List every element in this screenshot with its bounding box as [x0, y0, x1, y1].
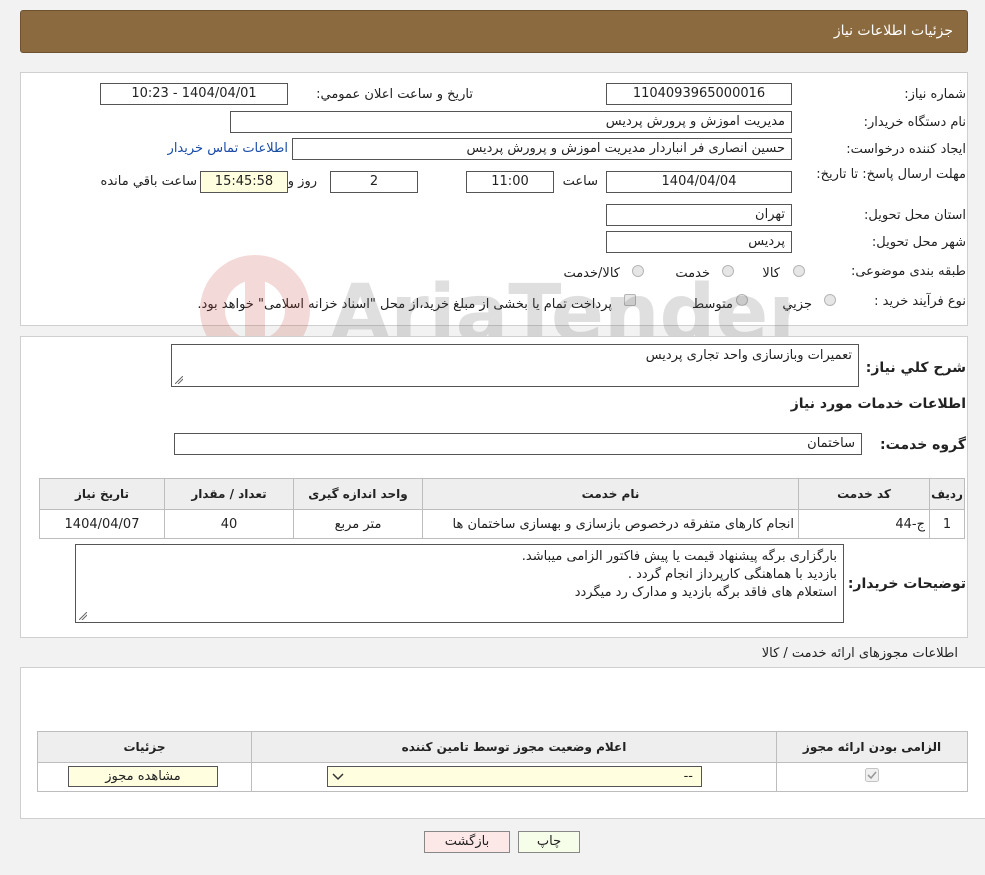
category-option-goods: کالا [762, 266, 780, 281]
process-option-medium: متوسط [692, 297, 733, 312]
col-qty: تعداد / مقدار [164, 478, 294, 510]
category-option-goods-service: کالا/خدمت [563, 266, 620, 281]
required-checkbox-icon[interactable] [865, 768, 879, 782]
need-number-label: شماره نیاز: [904, 87, 966, 102]
days-label: روز و [287, 174, 317, 189]
page-header: جزئیات اطلاعات نیاز [20, 10, 968, 53]
permit-status-value: -- [683, 769, 693, 784]
col-name: نام خدمت [422, 478, 799, 510]
process-label: نوع فرآیند خرید : [874, 294, 966, 309]
deadline-time-label: ساعت [562, 174, 598, 189]
cell-qty: 40 [164, 509, 294, 539]
city-field: پردیس [606, 231, 792, 253]
announce-field: 1404/04/01 - 10:23 [100, 83, 288, 105]
permits-title: اطلاعات مجوزهای ارائه خدمت / کالا [761, 646, 958, 661]
page-title: جزئیات اطلاعات نیاز [833, 23, 953, 39]
col-permit-details: جزئیات [37, 731, 252, 763]
summary-textarea[interactable]: تعمیرات وبازسازی واحد تجاری پردیس [171, 344, 859, 387]
cell-unit: متر مربع [293, 509, 423, 539]
buyer-notes-label: توضیحات خریدار: [847, 576, 966, 592]
category-radio-goods[interactable] [793, 265, 805, 277]
summary-text: تعمیرات وبازسازی واحد تجاری پردیس [645, 348, 852, 363]
col-unit: واحد اندازه گیری [293, 478, 423, 510]
creator-field: حسین انصاری فر انباردار مدیریت اموزش و پ… [292, 138, 792, 160]
deadline-label: مهلت ارسال پاسخ: تا تاریخ: [816, 167, 966, 182]
buyer-note-line: بارگزاری برگه پیشنهاد قیمت یا پیش فاکتور… [521, 549, 837, 564]
cell-date: 1404/04/07 [39, 509, 165, 539]
service-group-field: ساختمان [174, 433, 862, 455]
payment-checkbox[interactable] [624, 294, 636, 306]
table-row: -- مشاهده مجوز [37, 762, 968, 792]
resize-handle-icon[interactable] [175, 376, 183, 384]
process-option-minor: جزیي [782, 297, 812, 312]
col-row: ردیف [929, 478, 965, 510]
services-title: اطلاعات خدمات مورد نیاز [790, 396, 966, 412]
resize-handle-icon[interactable] [79, 612, 87, 620]
category-radio-goods-service[interactable] [632, 265, 644, 277]
cell-permit-required [776, 762, 968, 792]
category-option-service: خدمت [675, 266, 710, 281]
service-group-label: گروه خدمت: [880, 437, 966, 453]
process-radio-medium[interactable] [736, 294, 748, 306]
province-field: تهران [606, 204, 792, 226]
col-permit-required: الزامی بودن ارائه مجوز [776, 731, 968, 763]
col-date: تاریخ نیاز [39, 478, 165, 510]
permits-table-header: الزامی بودن ارائه مجوز اعلام وضعیت مجوز … [37, 731, 968, 763]
deadline-time-field: 11:00 [466, 171, 554, 193]
cell-permit-details: مشاهده مجوز [37, 762, 252, 792]
chevron-down-icon [332, 773, 344, 781]
remaining-label: ساعت باقي مانده [100, 174, 197, 189]
city-label: شهر محل تحویل: [871, 235, 966, 250]
cell-row: 1 [929, 509, 965, 539]
services-table-header: ردیف کد خدمت نام خدمت واحد اندازه گیری ت… [39, 478, 965, 510]
buyer-org-field: مدیریت اموزش و پرورش پردیس [230, 111, 792, 133]
payment-note: پرداخت تمام یا بخشی از مبلغ خرید،از محل … [197, 297, 612, 312]
cell-permit-status: -- [251, 762, 777, 792]
table-row: 1 ج-44 انجام کارهای متفرقه درخصوص بازساز… [39, 509, 965, 539]
services-table: ردیف کد خدمت نام خدمت واحد اندازه گیری ت… [39, 478, 965, 539]
permit-status-select[interactable]: -- [327, 766, 702, 787]
permits-table: الزامی بودن ارائه مجوز اعلام وضعیت مجوز … [37, 731, 968, 792]
col-permit-status: اعلام وضعیت مجوز توسط تامین کننده [251, 731, 777, 763]
buyer-notes-textarea[interactable]: بارگزاری برگه پیشنهاد قیمت یا پیش فاکتور… [75, 544, 844, 623]
days-field: 2 [330, 171, 418, 193]
view-permit-button[interactable]: مشاهده مجوز [68, 766, 218, 787]
process-radio-minor[interactable] [824, 294, 836, 306]
print-button[interactable]: چاپ [518, 831, 580, 853]
buyer-contact-link[interactable]: اطلاعات تماس خریدار [168, 141, 288, 156]
remaining-time-field: 15:45:58 [200, 171, 288, 193]
cell-code: ج-44 [798, 509, 930, 539]
province-label: استان محل تحویل: [864, 208, 966, 223]
category-radio-service[interactable] [722, 265, 734, 277]
back-button[interactable]: بازگشت [424, 831, 510, 853]
buyer-org-label: نام دستگاه خریدار: [863, 115, 966, 130]
summary-label: شرح کلي نیاز: [865, 360, 966, 376]
creator-label: ایجاد کننده درخواست: [846, 142, 966, 157]
cell-name: انجام کارهای متفرقه درخصوص بازسازی و بهس… [422, 509, 799, 539]
col-code: کد خدمت [798, 478, 930, 510]
need-number-field: 1104093965000016 [606, 83, 792, 105]
buyer-note-line: بازدید با هماهنگی کارپرداز انجام گردد . [627, 567, 837, 582]
buyer-note-line: استعلام های فاقد برگه بازدید و مدارک رد … [574, 585, 837, 600]
announce-label: تاریخ و ساعت اعلان عمومي: [316, 87, 473, 102]
deadline-date-field: 1404/04/04 [606, 171, 792, 193]
category-label: طبقه بندی موضوعی: [850, 264, 966, 279]
